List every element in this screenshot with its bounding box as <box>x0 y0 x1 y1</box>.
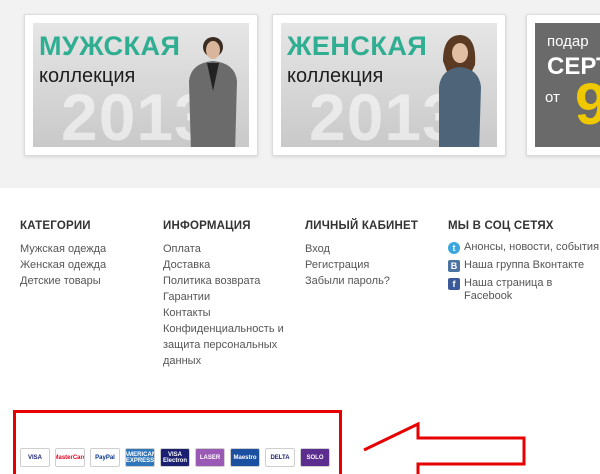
footer-link[interactable]: Вход <box>305 241 435 257</box>
facebook-link[interactable]: f Наша страница в Facebook <box>448 277 600 303</box>
female-model-image <box>439 35 481 147</box>
footer-heading: КАТЕГОРИИ <box>20 220 91 232</box>
delta-icon: DELTA <box>265 448 295 467</box>
american-express-icon: AMERICAN EXPRESS <box>125 448 155 467</box>
laser-icon: LASER <box>195 448 225 467</box>
social-label: Наша страница в Facebook <box>464 277 553 302</box>
footer-account: ЛИЧНЫЙ КАБИНЕТ Вход Регистрация Забыли п… <box>305 220 435 289</box>
twitter-link[interactable]: t Анонсы, новости, события <box>448 241 600 254</box>
maestro-icon: Maestro <box>230 448 260 467</box>
visa-electron-icon: VISA Electron <box>160 448 190 467</box>
footer-heading: МЫ В СОЦ СЕТЯХ <box>448 220 554 232</box>
footer-link[interactable]: Мужская одежда <box>20 241 150 257</box>
footer-social: МЫ В СОЦ СЕТЯХ t Анонсы, новости, событи… <box>448 220 600 308</box>
gift-amount: 9 <box>575 72 600 137</box>
social-label: Наша группа Вконтакте <box>464 259 585 271</box>
male-model-image <box>189 37 237 147</box>
footer-information: ИНФОРМАЦИЯ Оплата Доставка Политика возв… <box>163 220 293 369</box>
vk-icon: B <box>448 260 460 272</box>
footer-link[interactable]: Забыли пароль? <box>305 273 435 289</box>
mastercard-icon: MasterCard <box>55 448 85 467</box>
banner-subtitle: коллекция <box>39 65 136 87</box>
footer-link[interactable]: Конфиденциальность и защита персональных… <box>163 321 293 369</box>
gift-text-line3: от <box>545 89 560 106</box>
visa-icon: VISA <box>20 448 50 467</box>
womens-collection-banner[interactable]: 2013 ЖЕНСКАЯ коллекция <box>272 14 506 156</box>
footer-link[interactable]: Доставка <box>163 257 293 273</box>
footer-link[interactable]: Женская одежда <box>20 257 150 273</box>
banner-title: ЖЕНСКАЯ <box>287 31 428 61</box>
footer-heading: ЛИЧНЫЙ КАБИНЕТ <box>305 220 419 232</box>
solo-icon: SOLO <box>300 448 330 467</box>
paypal-icon: PayPal <box>90 448 120 467</box>
banner-title: МУЖСКАЯ <box>39 31 181 61</box>
footer-link[interactable]: Оплата <box>163 241 293 257</box>
vkontakte-link[interactable]: B Наша группа Вконтакте <box>448 259 600 272</box>
twitter-icon: t <box>448 242 460 254</box>
gift-certificate-banner[interactable]: подар СЕРТ от 9 <box>526 14 600 156</box>
banner-subtitle: коллекция <box>287 65 384 87</box>
footer-link[interactable]: Детские товары <box>20 273 150 289</box>
gift-text-line1: подар <box>547 33 589 50</box>
footer-link[interactable]: Политика возврата <box>163 273 293 289</box>
payment-methods: VISA MasterCard PayPal AMERICAN EXPRESS VISA… <box>20 448 330 467</box>
mens-collection-banner[interactable]: 2013 МУЖСКАЯ коллекция <box>24 14 258 156</box>
highlight-arrow <box>363 421 526 474</box>
footer-categories: КАТЕГОРИИ Мужская одежда Женская одежда … <box>20 220 150 289</box>
footer-link[interactable]: Гарантии <box>163 289 293 305</box>
facebook-icon: f <box>448 278 460 290</box>
footer-link[interactable]: Регистрация <box>305 257 435 273</box>
social-label: Анонсы, новости, события <box>464 241 600 253</box>
footer-link[interactable]: Контакты <box>163 305 293 321</box>
footer-heading: ИНФОРМАЦИЯ <box>163 220 251 232</box>
